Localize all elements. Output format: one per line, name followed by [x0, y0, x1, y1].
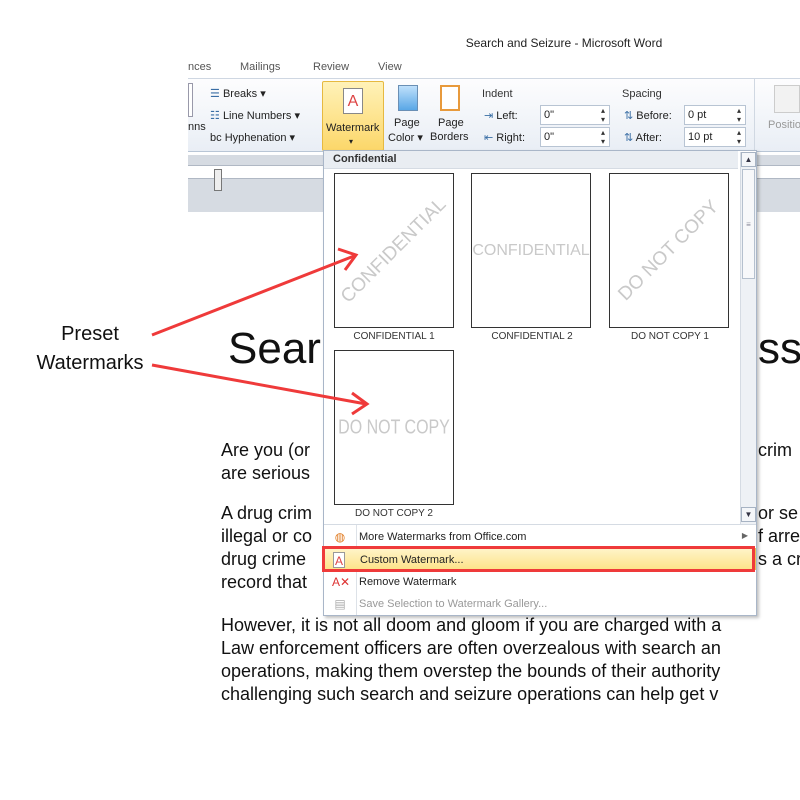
- annotation-arrows: [151, 247, 370, 416]
- arrow-2: [151, 363, 370, 416]
- arrow-1: [151, 247, 359, 337]
